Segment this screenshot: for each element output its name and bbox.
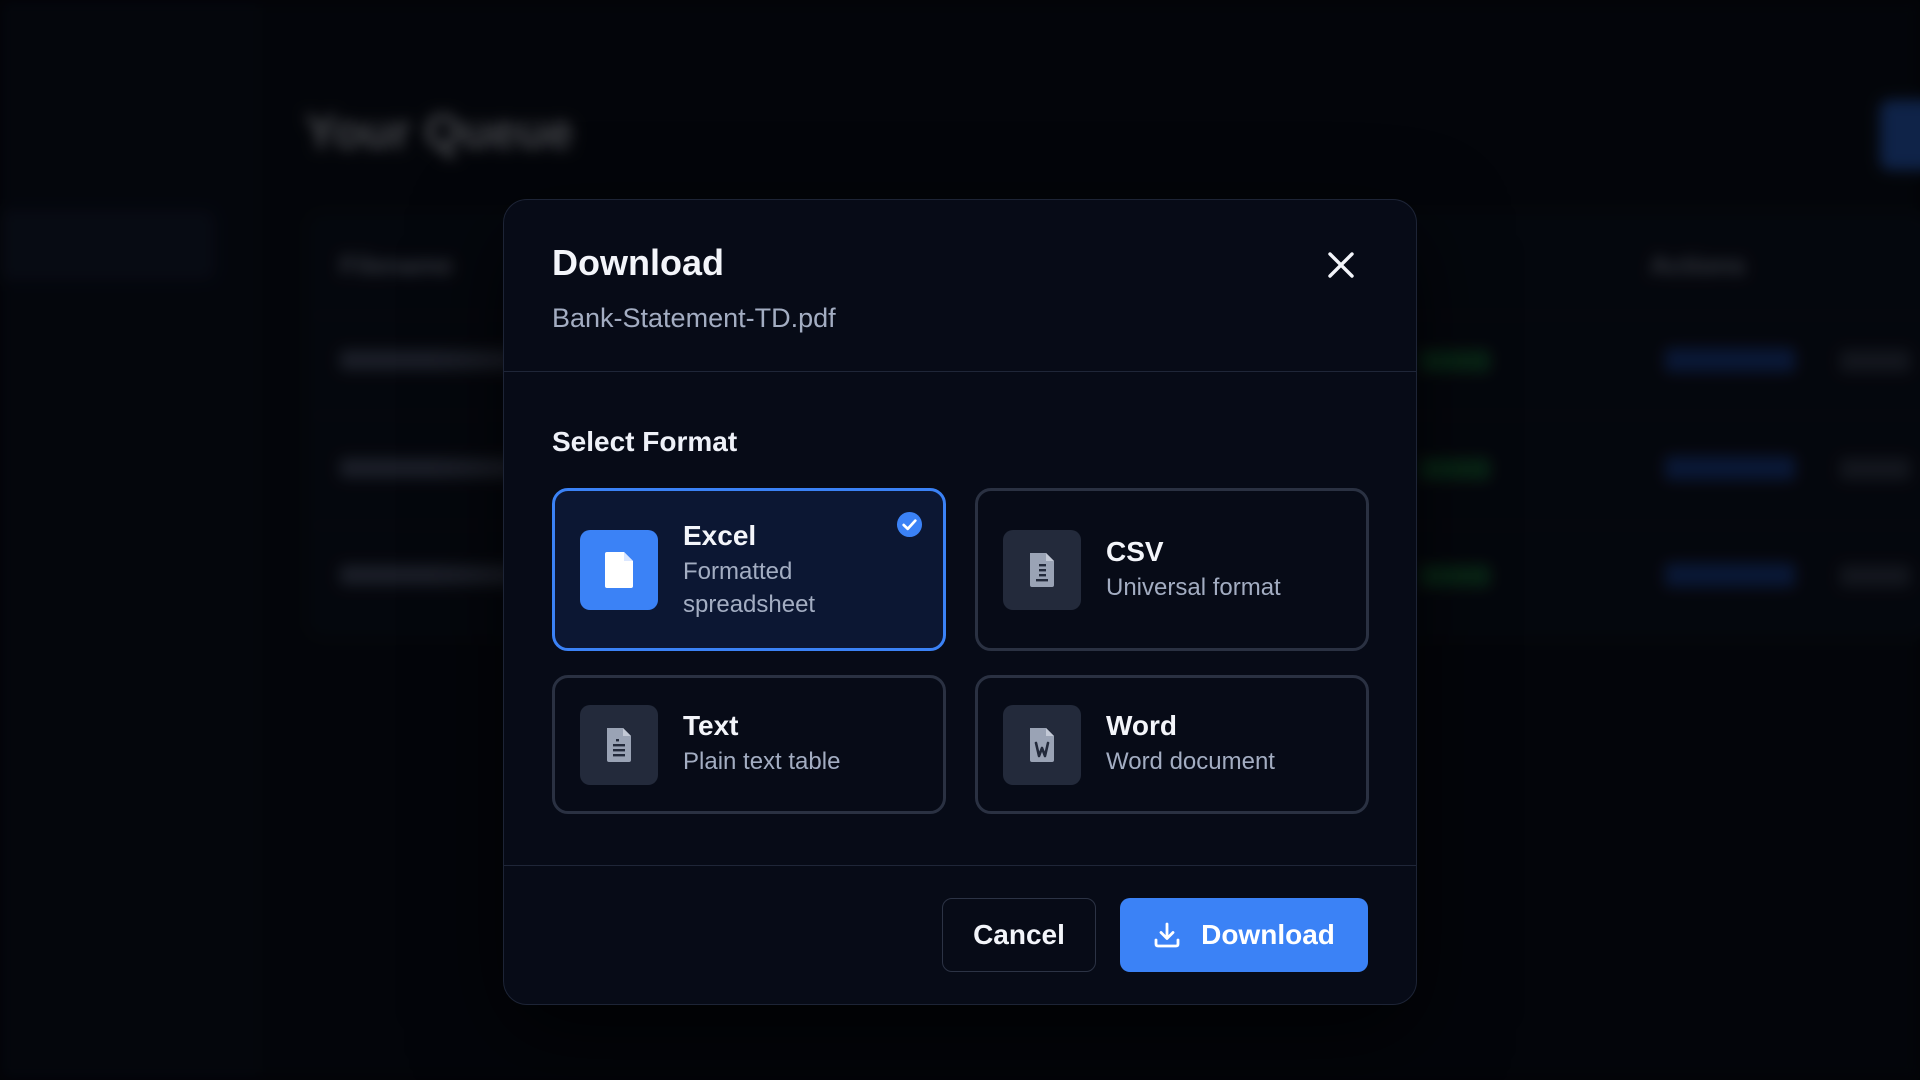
format-title: Text xyxy=(683,710,739,741)
csv-icon-box xyxy=(1003,530,1081,610)
format-option-word[interactable]: Word Word document xyxy=(975,675,1369,814)
format-option-excel[interactable]: Excel Formatted spreadsheet xyxy=(552,488,946,651)
format-description: Word document xyxy=(1106,748,1275,775)
cancel-button[interactable]: Cancel xyxy=(942,898,1096,972)
file-word-icon xyxy=(1030,728,1054,762)
dialog-header: Download Bank-Statement-TD.pdf xyxy=(504,200,1416,372)
dialog-filename: Bank-Statement-TD.pdf xyxy=(552,303,836,333)
format-title: Excel xyxy=(683,520,757,551)
download-button[interactable]: Download xyxy=(1120,898,1368,972)
excel-icon-box xyxy=(580,530,658,610)
file-icon xyxy=(605,552,633,588)
check-circle-icon xyxy=(896,511,923,538)
format-description: Plain text table xyxy=(683,748,841,775)
close-icon xyxy=(1328,252,1354,278)
dialog-title: Download xyxy=(552,242,724,283)
format-option-text[interactable]: Text Plain text table xyxy=(552,675,946,814)
text-icon-box xyxy=(580,705,658,785)
format-description: Universal format xyxy=(1106,574,1281,601)
word-text: Word Word document xyxy=(1106,709,1346,778)
download-icon xyxy=(1154,922,1180,948)
format-title: CSV xyxy=(1106,536,1164,567)
close-button[interactable] xyxy=(1316,240,1366,290)
file-lines-icon xyxy=(1030,553,1054,587)
excel-text: Excel Formatted spreadsheet xyxy=(683,519,883,621)
file-text-icon xyxy=(607,728,631,762)
word-icon-box xyxy=(1003,705,1081,785)
format-option-csv[interactable]: CSV Universal format xyxy=(975,488,1369,651)
csv-text: CSV Universal format xyxy=(1106,535,1346,604)
dialog-footer: Cancel Download xyxy=(504,865,1416,1004)
text-format-text: Text Plain text table xyxy=(683,709,923,778)
format-description: Formatted spreadsheet xyxy=(683,558,816,618)
download-dialog: Download Bank-Statement-TD.pdf Select Fo… xyxy=(503,199,1417,1005)
download-button-label: Download xyxy=(1201,919,1335,950)
select-format-label: Select Format xyxy=(552,426,738,457)
format-title: Word xyxy=(1106,710,1178,741)
